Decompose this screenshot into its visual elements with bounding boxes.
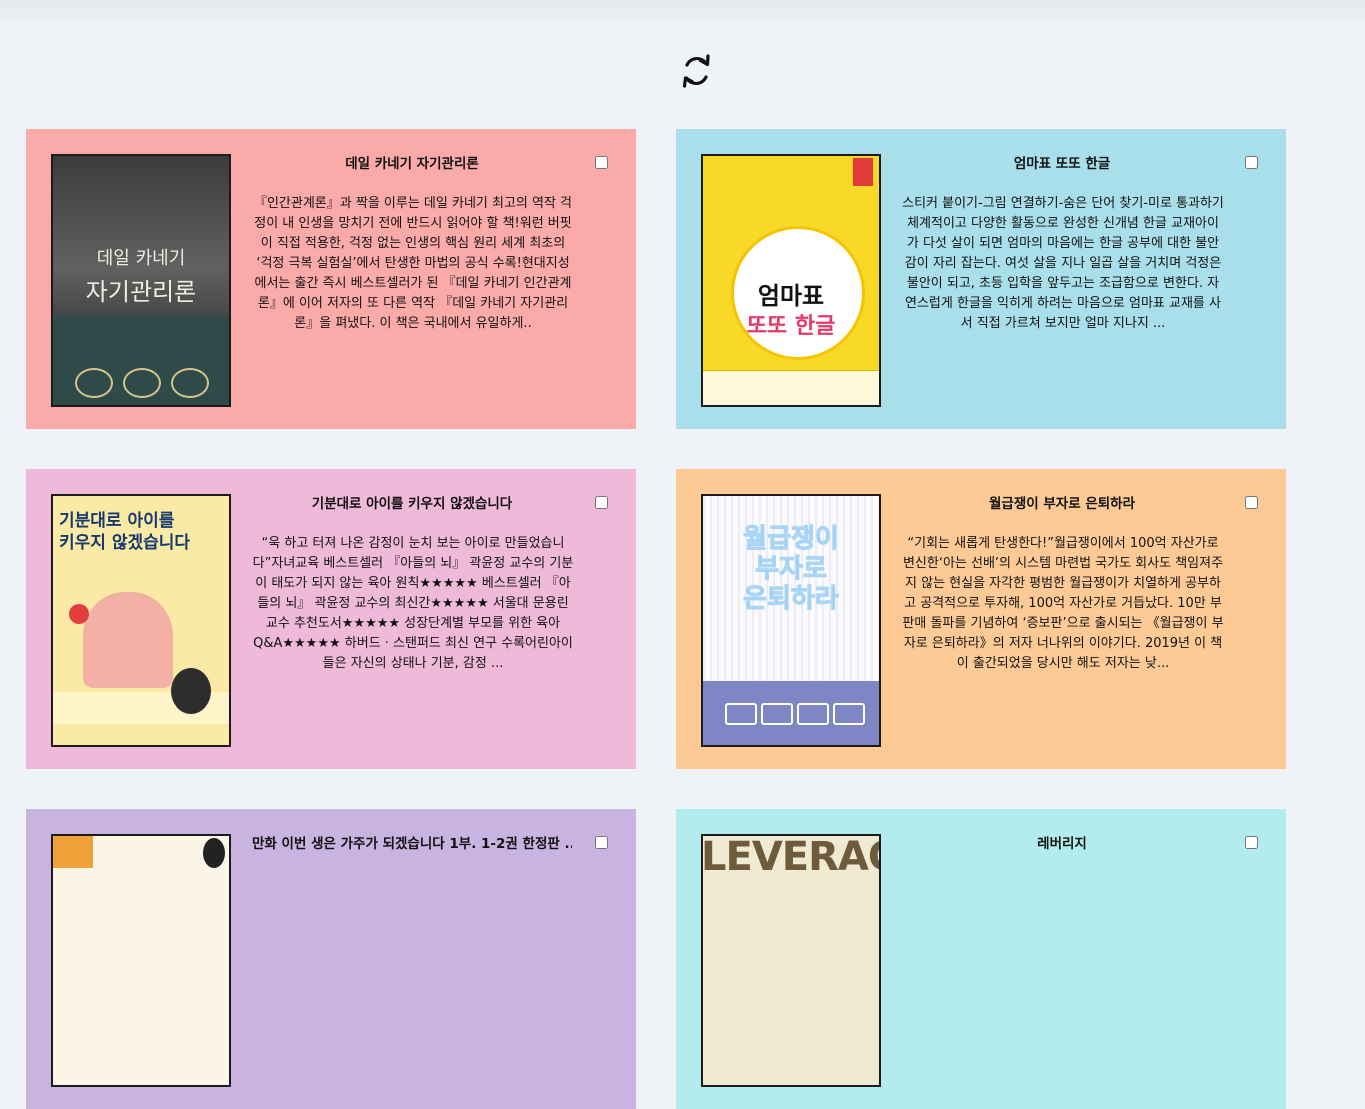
- cover-base: [703, 681, 879, 745]
- cover-title-line: 기분대로 아이를: [59, 511, 175, 531]
- book-title[interactable]: 월급쟁이 부자로 은퇴하라: [902, 495, 1222, 513]
- book-title[interactable]: 엄마표 또또 한글: [902, 155, 1222, 173]
- book-cover[interactable]: [51, 834, 231, 1087]
- flower-icon: [69, 604, 89, 624]
- cover-title-line: 엄마표: [757, 282, 825, 310]
- book-card[interactable]: 엄마표 또또 한글 엄마표 또또 한글 스티커 붙이기-그림 연결하기-숨은 단…: [676, 129, 1286, 429]
- cover-tag: [53, 836, 93, 868]
- book-cover[interactable]: 엄마표 또또 한글: [701, 154, 881, 407]
- book-card[interactable]: LEVERAGE 레버리지: [676, 809, 1286, 1109]
- book-select-checkbox[interactable]: [1245, 156, 1258, 169]
- book-select-checkbox[interactable]: [595, 836, 608, 849]
- cover-title-line: 은퇴하라: [743, 584, 840, 615]
- book-select-checkbox[interactable]: [595, 496, 608, 509]
- cover-title-line: LEVERAGE: [701, 834, 879, 880]
- book-select-checkbox[interactable]: [1245, 496, 1258, 509]
- book-cover[interactable]: 기분대로 아이를 키우지 않겠습니다: [51, 494, 231, 747]
- cover-title-line: 월급쟁이: [743, 524, 840, 555]
- book-cover[interactable]: 월급쟁이 부자로 은퇴하라: [701, 494, 881, 747]
- book-select-checkbox[interactable]: [1245, 836, 1258, 849]
- refresh-icon: [682, 54, 710, 88]
- book-card[interactable]: 월급쟁이 부자로 은퇴하라 월급쟁이 부자로 은퇴하라 “기회는 새롭게 탄생한…: [676, 469, 1286, 769]
- author-photo: [171, 668, 211, 714]
- top-bar: [0, 0, 1365, 28]
- cover-title-line: 키우지 않겠습니다: [59, 533, 191, 553]
- cover-illustration: [203, 838, 225, 868]
- book-cover[interactable]: LEVERAGE: [701, 834, 881, 1087]
- cover-badge: [853, 158, 873, 186]
- book-card[interactable]: 데일 카네기 자기관리론 데일 카네기 자기관리론 『인간관계론』과 짝을 이루…: [26, 129, 636, 429]
- book-description: “기회는 새롭게 탄생한다!”월급쟁이에서 100억 자산가로 변신한‘아는 선…: [902, 536, 1224, 671]
- cover-title-line: 부자로: [755, 554, 828, 585]
- book-cover[interactable]: 데일 카네기 자기관리론: [51, 154, 231, 407]
- cover-illustration: [83, 592, 173, 688]
- book-title[interactable]: 기분대로 아이를 키우지 않겠습니다: [252, 495, 572, 513]
- cover-strip: [703, 370, 879, 405]
- book-card[interactable]: 기분대로 아이를 키우지 않겠습니다 기분대로 아이를 키우지 않겠습니다 “욱…: [26, 469, 636, 769]
- book-title[interactable]: 데일 카네기 자기관리론: [252, 155, 572, 173]
- book-select-checkbox[interactable]: [595, 156, 608, 169]
- cover-title-line: 또또 한글: [746, 314, 836, 339]
- book-card[interactable]: 만화 이번 생은 가주가 되겠습니다 1부. 1-2권 한정판 ...: [26, 809, 636, 1109]
- book-description: 『인간관계론』과 짝을 이루는 데일 카네기 최고의 역작 걱정이 내 인생을 …: [253, 196, 573, 331]
- award-laurels: [75, 368, 209, 398]
- refresh-button[interactable]: [678, 51, 714, 91]
- book-grid: 데일 카네기 자기관리론 데일 카네기 자기관리론 『인간관계론』과 짝을 이루…: [26, 129, 1286, 1109]
- book-description: 스티커 붙이기-그림 연결하기-숨은 단어 찾기-미로 통과하기 체계적이고 다…: [902, 196, 1224, 331]
- book-title[interactable]: 레버리지: [902, 835, 1222, 853]
- book-description: “욱 하고 터져 나온 감정이 눈치 보는 아이로 만들었습니다”자녀교육 베스…: [252, 536, 574, 671]
- book-title[interactable]: 만화 이번 생은 가주가 되겠습니다 1부. 1-2권 한정판 ...: [252, 835, 572, 853]
- cover-title-line: 자기관리론: [85, 278, 197, 306]
- cover-title-line: 데일 카네기: [96, 248, 186, 269]
